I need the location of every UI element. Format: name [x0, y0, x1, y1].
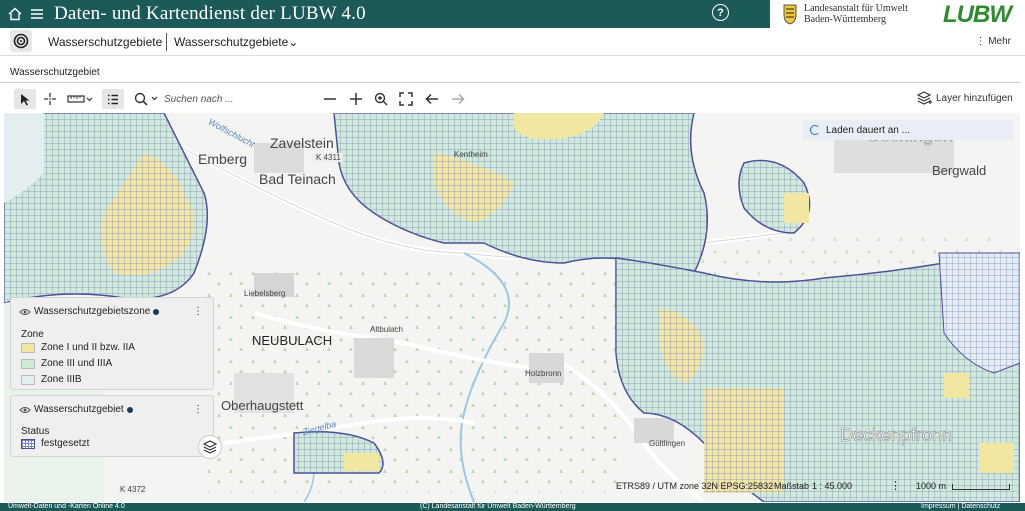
scalebar-label: 1000 m	[916, 481, 947, 491]
more-menu-button[interactable]: ⋮ Mehr	[975, 36, 1011, 47]
status-dot	[126, 406, 133, 413]
footer-app-name: Umwelt-Daten und -Karten Online 4.0	[8, 503, 125, 510]
place-label: Gültlingen	[649, 439, 686, 448]
layer-menu-button[interactable]: ⋮	[193, 306, 203, 317]
footer-copyright: (C) Landesanstalt für Umwelt Baden-Württ…	[420, 503, 576, 510]
magnifier-icon[interactable]	[132, 89, 162, 109]
tab-wasserschutzgebiet[interactable]: Wasserschutzgebiet	[10, 67, 100, 78]
legend-subtitle: Zone	[21, 329, 44, 340]
place-label: Bergwald	[932, 163, 987, 178]
spinner-icon	[810, 125, 820, 135]
legend-item: Zone I und II bzw. IIA	[21, 342, 135, 353]
breadcrumb-divider	[166, 33, 167, 51]
search-input[interactable]	[164, 90, 314, 108]
scale-value[interactable]: 1 : 45.000	[812, 481, 852, 491]
status-dot	[153, 308, 160, 315]
crosshair-icon[interactable]	[40, 89, 60, 109]
app-header: Daten- und Kartendienst der LUBW 4.0 ? L…	[0, 0, 1025, 28]
scale-label: Maßstab	[774, 481, 810, 491]
place-label: Zavelstein	[270, 135, 334, 151]
map-status-bar: ETRS89 / UTM zone 32N EPSG:25832 Maßstab…	[0, 475, 1020, 497]
crs-label[interactable]: ETRS89 / UTM zone 32N EPSG:25832	[616, 481, 773, 491]
app-footer: Umwelt-Daten und -Karten Online 4.0 (C) …	[0, 503, 1025, 511]
ruler-icon[interactable]	[66, 89, 94, 109]
navigation-bar: Wasserschutzgebiete Wasserschutzgebiete⌄…	[0, 28, 1025, 56]
legend-subtitle: Status	[21, 426, 50, 437]
legend-layer-area: Wasserschutzgebiet ⋮ Status festgesetzt	[10, 395, 214, 457]
breadcrumb-topic[interactable]: Wasserschutzgebiete	[48, 35, 162, 49]
place-label: Oberhaugstett	[221, 398, 304, 413]
layer-menu-button[interactable]: ⋮	[193, 404, 203, 415]
swatch-zone3	[21, 358, 35, 369]
place-label: Emberg	[198, 151, 248, 167]
legend-layer-zone: Wasserschutzgebietszone ⋮ Zone Zone I un…	[10, 297, 214, 390]
place-label: Kentheim	[454, 150, 488, 159]
legend-panel: Wasserschutzgebietszone ⋮ Zone Zone I un…	[10, 297, 222, 459]
app-title: Daten- und Kartendienst der LUBW 4.0	[54, 3, 366, 24]
layers-stack-icon[interactable]	[198, 435, 222, 459]
place-label: Altbulach	[370, 325, 403, 334]
place-label: Liebelsberg	[244, 289, 286, 298]
road-label: K 4311	[314, 153, 343, 162]
layers-icon	[917, 91, 932, 105]
swatch-zone1	[21, 342, 35, 353]
loading-notice: Laden dauert an ...	[802, 120, 1014, 140]
tab-bar: Wasserschutzgebiet	[0, 63, 1020, 83]
eye-icon[interactable]	[19, 406, 31, 414]
list-icon[interactable]	[102, 89, 124, 109]
chevron-down-icon: ⌄	[288, 35, 299, 49]
legend-layer-header: Wasserschutzgebietszone	[19, 306, 160, 317]
legend-item: Zone III und IIIA	[21, 358, 112, 369]
scalebar	[952, 484, 1010, 490]
footer-links[interactable]: Impressum | Datenschutz	[921, 503, 1000, 511]
add-layer-button[interactable]: Layer hinzufügen	[917, 91, 1013, 105]
help-icon[interactable]: ?	[712, 4, 729, 21]
coat-of-arms-icon	[783, 4, 797, 25]
plus-icon[interactable]	[346, 89, 366, 109]
legend-item: Zone IIIB	[21, 374, 82, 385]
status-menu-button[interactable]: ⋮	[890, 479, 901, 492]
target-icon[interactable]	[10, 30, 32, 52]
arrow-left-icon[interactable]	[422, 89, 442, 109]
breadcrumb-map-dropdown[interactable]: Wasserschutzgebiete⌄	[174, 35, 298, 49]
eye-icon[interactable]	[19, 308, 31, 316]
swatch-zone3b	[21, 374, 35, 385]
hamburger-menu-icon[interactable]	[26, 3, 48, 25]
legend-layer-header: Wasserschutzgebiet	[19, 404, 133, 415]
institution-name: Landesanstalt für Umwelt Baden-Württembe…	[804, 3, 908, 25]
map-toolbar: Layer hinzufügen	[0, 86, 1025, 112]
zoom-magnifier-icon[interactable]	[371, 89, 391, 109]
place-label: Deckenpfronn	[840, 425, 953, 446]
swatch-festgesetzt	[21, 438, 35, 449]
place-label: NEUBULACH	[252, 333, 333, 348]
lubw-logo[interactable]: LUBW	[943, 1, 1012, 29]
legend-item: festgesetzt	[21, 438, 89, 449]
home-icon[interactable]	[4, 3, 26, 25]
place-label: Bad Teinach	[259, 171, 336, 187]
minus-icon[interactable]	[320, 89, 340, 109]
place-label: Holzbronn	[525, 369, 562, 378]
cursor-arrow-icon[interactable]	[14, 89, 36, 109]
lubw-logo-area: Landesanstalt für Umwelt Baden-Württembe…	[770, 0, 1025, 28]
arrow-right-icon[interactable]	[448, 89, 468, 109]
fullscreen-icon[interactable]	[396, 89, 416, 109]
